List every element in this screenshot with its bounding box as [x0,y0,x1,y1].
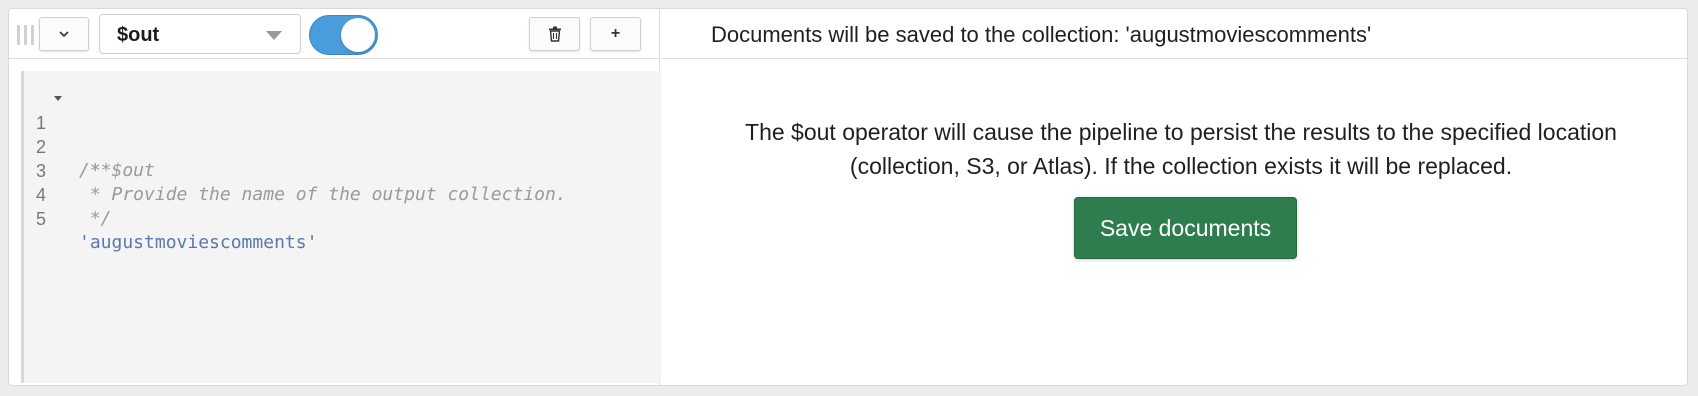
stage-editor-panel: $out + 1 /** 2 * $out 3 * Provide the na… [9,9,661,385]
preview-header: Documents will be saved to the collectio… [661,9,1687,59]
drag-handle-bar [17,25,20,45]
drag-handle-icon[interactable] [17,25,35,45]
aggregation-stage-card: $out + 1 /** 2 * $out 3 * Provide the na… [8,8,1688,386]
code-line: 5 'augustmoviescomments' [24,183,661,253]
caret-down-icon [266,31,282,40]
fold-arrow-icon[interactable] [54,96,62,101]
drag-handle-bar [31,25,34,45]
drag-handle-bar [24,25,27,45]
line-number: 5 [36,209,47,229]
trash-icon [548,26,561,42]
add-stage-button[interactable]: + [590,17,641,51]
stage-preview-panel: Documents will be saved to the collectio… [661,9,1687,385]
code-line: 2 * $out [24,111,661,181]
chevron-down-icon [59,31,69,38]
stage-operator-select[interactable]: $out [99,14,301,54]
code-line: 1 /** [24,87,661,181]
code-text: 'augustmoviescomments' [79,232,318,253]
out-operator-message: The $out operator will cause the pipelin… [745,119,1617,179]
stage-operator-value: $out [117,24,160,46]
code-line: 4 */ [24,159,661,229]
stage-toolbar: $out + [9,9,659,59]
code-editor[interactable]: 1 /** 2 * $out 3 * Provide the name of t… [21,71,661,383]
collapse-stage-button[interactable] [39,17,89,51]
code-line: 3 * Provide the name of the output colle… [24,135,661,205]
preview-header-text: Documents will be saved to the collectio… [711,22,1372,47]
stage-enabled-toggle[interactable] [309,15,378,55]
save-documents-button[interactable]: Save documents [1074,197,1297,259]
toggle-knob [341,18,375,52]
delete-stage-button[interactable] [529,17,580,51]
